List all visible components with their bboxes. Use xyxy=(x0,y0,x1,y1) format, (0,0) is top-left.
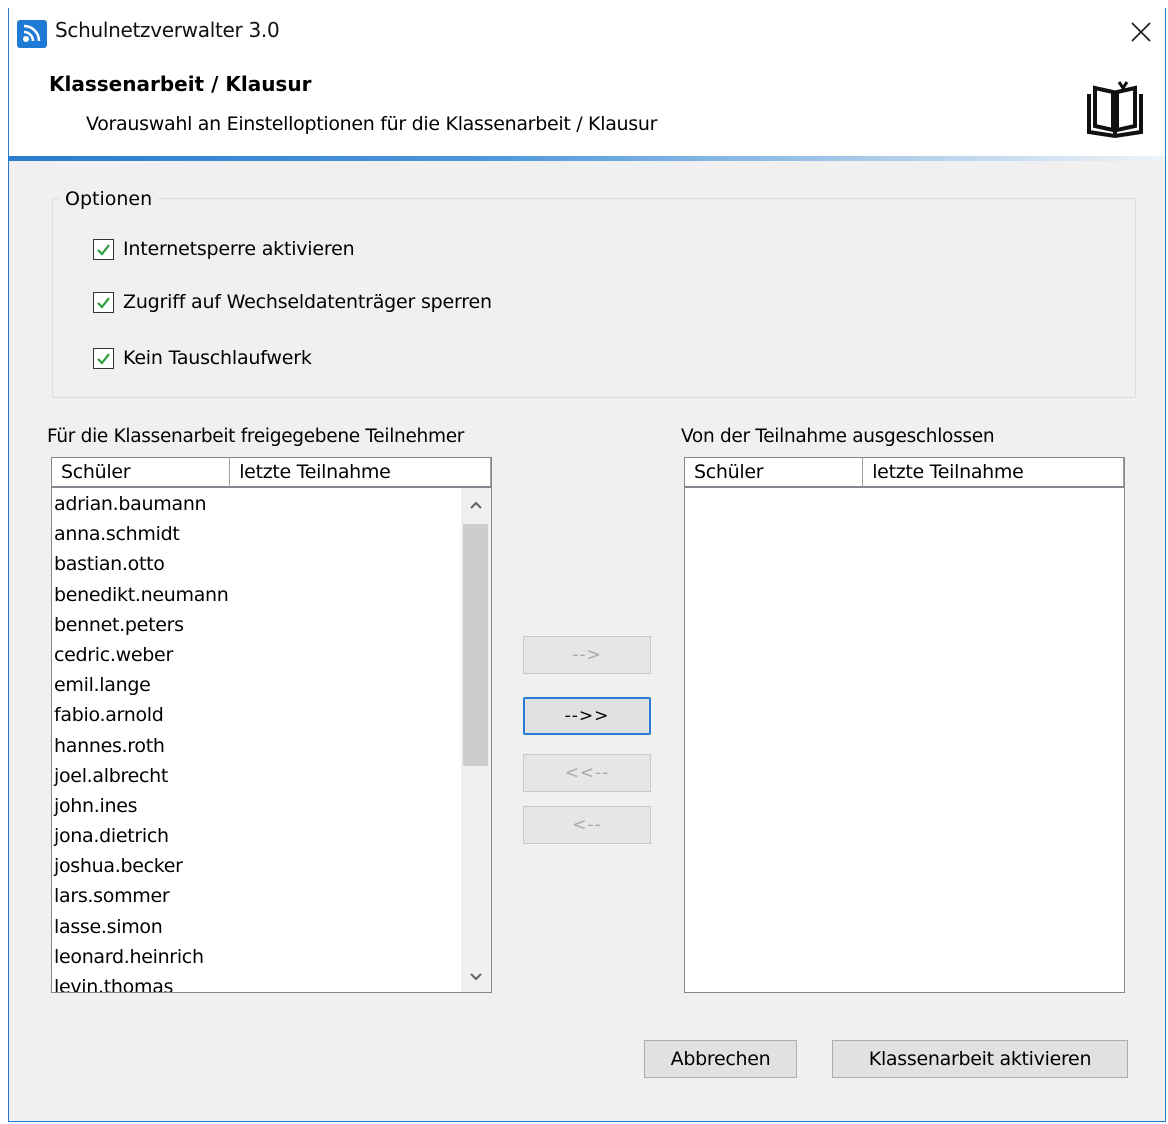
list-item[interactable]: anna.schmidt xyxy=(54,521,229,551)
return-all-button[interactable]: <<-- xyxy=(523,754,651,792)
window-title: Schulnetzverwalter 3.0 xyxy=(55,18,280,42)
list-item[interactable]: adrian.baumann xyxy=(54,491,229,521)
move-all-button[interactable]: -->> xyxy=(523,697,651,735)
list-item[interactable]: bennet.peters xyxy=(54,612,229,642)
book-icon xyxy=(1087,81,1143,139)
list-header: Schüler letzte Teilnahme xyxy=(685,458,1124,488)
scroll-thumb[interactable] xyxy=(463,524,488,766)
close-button[interactable] xyxy=(1117,8,1165,56)
list-item[interactable]: joshua.becker xyxy=(54,853,229,883)
list-item[interactable]: fabio.arnold xyxy=(54,702,229,732)
activate-exam-button[interactable]: Klassenarbeit aktivieren xyxy=(832,1040,1128,1078)
allowed-participants-list[interactable]: Schüler letzte Teilnahme adrian.baumann a… xyxy=(51,457,492,993)
checkmark-icon xyxy=(97,243,110,256)
option-label: Kein Tauschlaufwerk xyxy=(123,347,312,369)
scroll-down-button[interactable] xyxy=(461,964,491,990)
return-selected-button[interactable]: <-- xyxy=(523,806,651,844)
list-item[interactable]: hannes.roth xyxy=(54,733,229,763)
column-header-student[interactable]: Schüler xyxy=(685,458,864,486)
excluded-participants-list[interactable]: Schüler letzte Teilnahme xyxy=(684,457,1125,993)
list-rows: adrian.baumann anna.schmidt bastian.otto be… xyxy=(54,491,229,992)
chevron-down-icon xyxy=(470,973,482,981)
move-selected-button[interactable]: --> xyxy=(523,636,651,674)
checkbox-no-share-drive[interactable] xyxy=(93,347,114,369)
list-item[interactable]: lasse.simon xyxy=(54,914,229,944)
checkbox-internet-block[interactable] xyxy=(93,238,114,260)
header-divider xyxy=(9,156,1165,161)
list-item[interactable]: joel.albrecht xyxy=(54,763,229,793)
column-header-student[interactable]: Schüler xyxy=(52,458,231,486)
list-header: Schüler letzte Teilnahme xyxy=(52,458,491,488)
list-item[interactable]: jona.dietrich xyxy=(54,823,229,853)
option-label: Zugriff auf Wechseldatenträger sperren xyxy=(123,291,492,313)
list-item[interactable]: john.ines xyxy=(54,793,229,823)
title-bar: Schulnetzverwalter 3.0 xyxy=(9,8,1165,58)
allowed-list-label: Für die Klassenarbeit freigegebene Teiln… xyxy=(47,426,465,447)
option-label: Internetsperre aktivieren xyxy=(123,238,355,260)
vertical-scrollbar[interactable] xyxy=(461,488,491,992)
options-legend: Optionen xyxy=(59,188,159,210)
option-removable-media-block[interactable]: Zugriff auf Wechseldatenträger sperren xyxy=(93,291,492,313)
network-app-icon xyxy=(17,20,47,48)
list-item[interactable]: emil.lange xyxy=(54,672,229,702)
close-icon xyxy=(1131,22,1151,42)
checkbox-removable-media-block[interactable] xyxy=(93,291,114,313)
list-item[interactable]: benedikt.neumann xyxy=(54,582,229,612)
list-item[interactable]: leonard.heinrich xyxy=(54,944,229,974)
dialog-window: Schulnetzverwalter 3.0 Klassenarbeit / K… xyxy=(8,8,1166,1122)
page-subtitle: Vorauswahl an Einstelloptionen für die K… xyxy=(86,113,658,135)
scroll-up-button[interactable] xyxy=(461,492,491,518)
wizard-header: Klassenarbeit / Klausur Vorauswahl an Ei… xyxy=(9,58,1165,156)
list-item[interactable]: levin.thomas xyxy=(54,974,229,992)
chevron-up-icon xyxy=(470,501,482,509)
option-no-share-drive[interactable]: Kein Tauschlaufwerk xyxy=(93,347,312,369)
checkmark-icon xyxy=(97,296,110,309)
column-header-last-participation[interactable]: letzte Teilnahme xyxy=(230,458,491,486)
checkmark-icon xyxy=(97,352,110,365)
page-title: Klassenarbeit / Klausur xyxy=(49,72,312,96)
excluded-list-label: Von der Teilnahme ausgeschlossen xyxy=(681,426,995,447)
list-item[interactable]: cedric.weber xyxy=(54,642,229,672)
column-header-last-participation[interactable]: letzte Teilnahme xyxy=(863,458,1124,486)
list-item[interactable]: lars.sommer xyxy=(54,883,229,913)
option-internet-block[interactable]: Internetsperre aktivieren xyxy=(93,238,355,260)
cancel-button[interactable]: Abbrechen xyxy=(644,1040,797,1078)
list-item[interactable]: bastian.otto xyxy=(54,551,229,581)
